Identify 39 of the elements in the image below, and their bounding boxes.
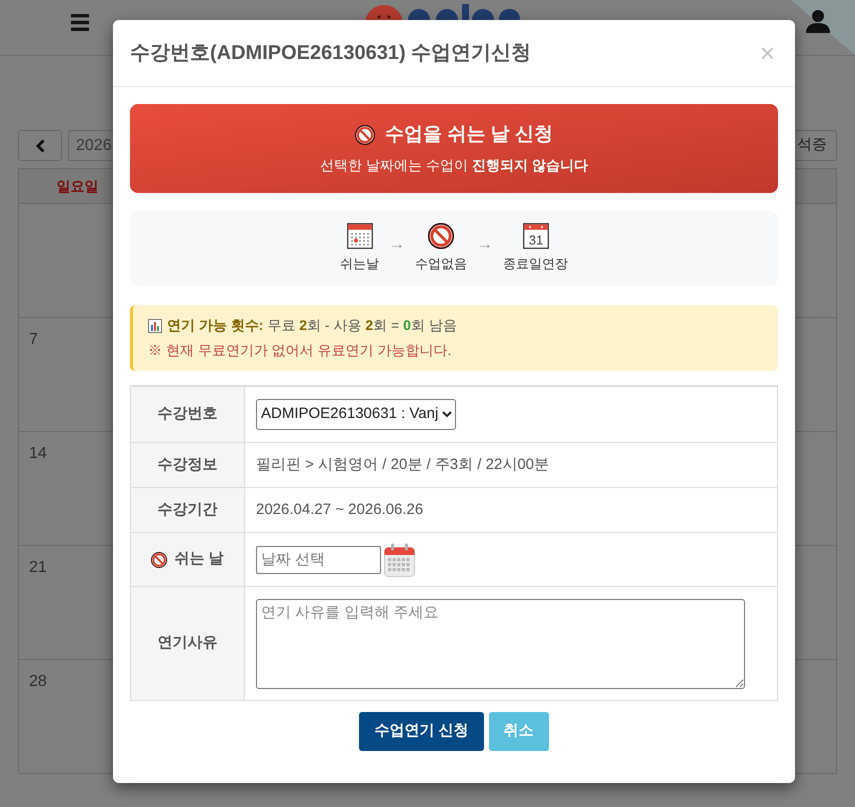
banner-title: 수업을 쉬는 날 신청 (385, 122, 553, 147)
form-label: 수강정보 (158, 454, 218, 475)
corner-triangle (791, 0, 855, 55)
form-label: 쉬는 날 (174, 549, 224, 570)
textarea-field[interactable]: 연기 사유를 입력해 주세요 (256, 598, 745, 688)
previous-button[interactable] (18, 130, 62, 161)
day-number: 21 (29, 559, 47, 576)
weekday-label: 일요일 (56, 176, 98, 196)
day-number: 14 (29, 445, 47, 462)
chevron-down-icon (442, 411, 452, 418)
form-label: 수강번호 (158, 404, 218, 424)
prohibited-icon (355, 125, 376, 145)
chevron-left-icon (36, 138, 44, 152)
bar-chart-icon (148, 318, 162, 332)
form-label: 수강기간 (158, 500, 218, 520)
user-icon[interactable] (806, 9, 830, 33)
field-value: 필리핀 > 시험영어 / 20분 / 주3회 / 22시00분 (256, 454, 549, 475)
step-label: 종료일연장 (503, 255, 568, 274)
warning-text: ※ 현재 무료연기가 없어서 유료연기 가능합니다. (148, 341, 452, 360)
calendar-icon[interactable] (384, 542, 415, 576)
step-label: 수업없음 (415, 255, 467, 274)
menu-icon[interactable] (71, 14, 89, 31)
prohibited-icon (428, 223, 454, 250)
banner-subtitle: 선택한 날짜에는 수업이 진행되지 않습니다 (320, 156, 588, 176)
day-number: 7 (29, 331, 38, 348)
quota-text: 연기 가능 횟수: 무료 2회 - 사용 2회 = 0회 남음 (167, 316, 457, 335)
submit-button[interactable]: 수업연기 신청 (359, 712, 484, 751)
field-value: 2026.04.27 ~ 2026.06.26 (256, 500, 424, 520)
date-field[interactable]: 날짜 선택 (256, 546, 381, 574)
modal-title: 수강번호(ADMIPOE26130631) 수업연기신청 (130, 41, 532, 66)
arrow: → (389, 234, 405, 254)
calendar-icon (346, 223, 372, 250)
select-field[interactable]: ADMIPOE26130631 : Vanj (256, 399, 456, 430)
arrow: → (477, 234, 493, 254)
calendar-icon: 31 (522, 223, 548, 250)
day-number: 28 (29, 673, 47, 690)
form-label: 연기사유 (158, 633, 218, 654)
prohibited-icon (151, 552, 168, 568)
step-label: 쉬는날 (340, 255, 379, 274)
